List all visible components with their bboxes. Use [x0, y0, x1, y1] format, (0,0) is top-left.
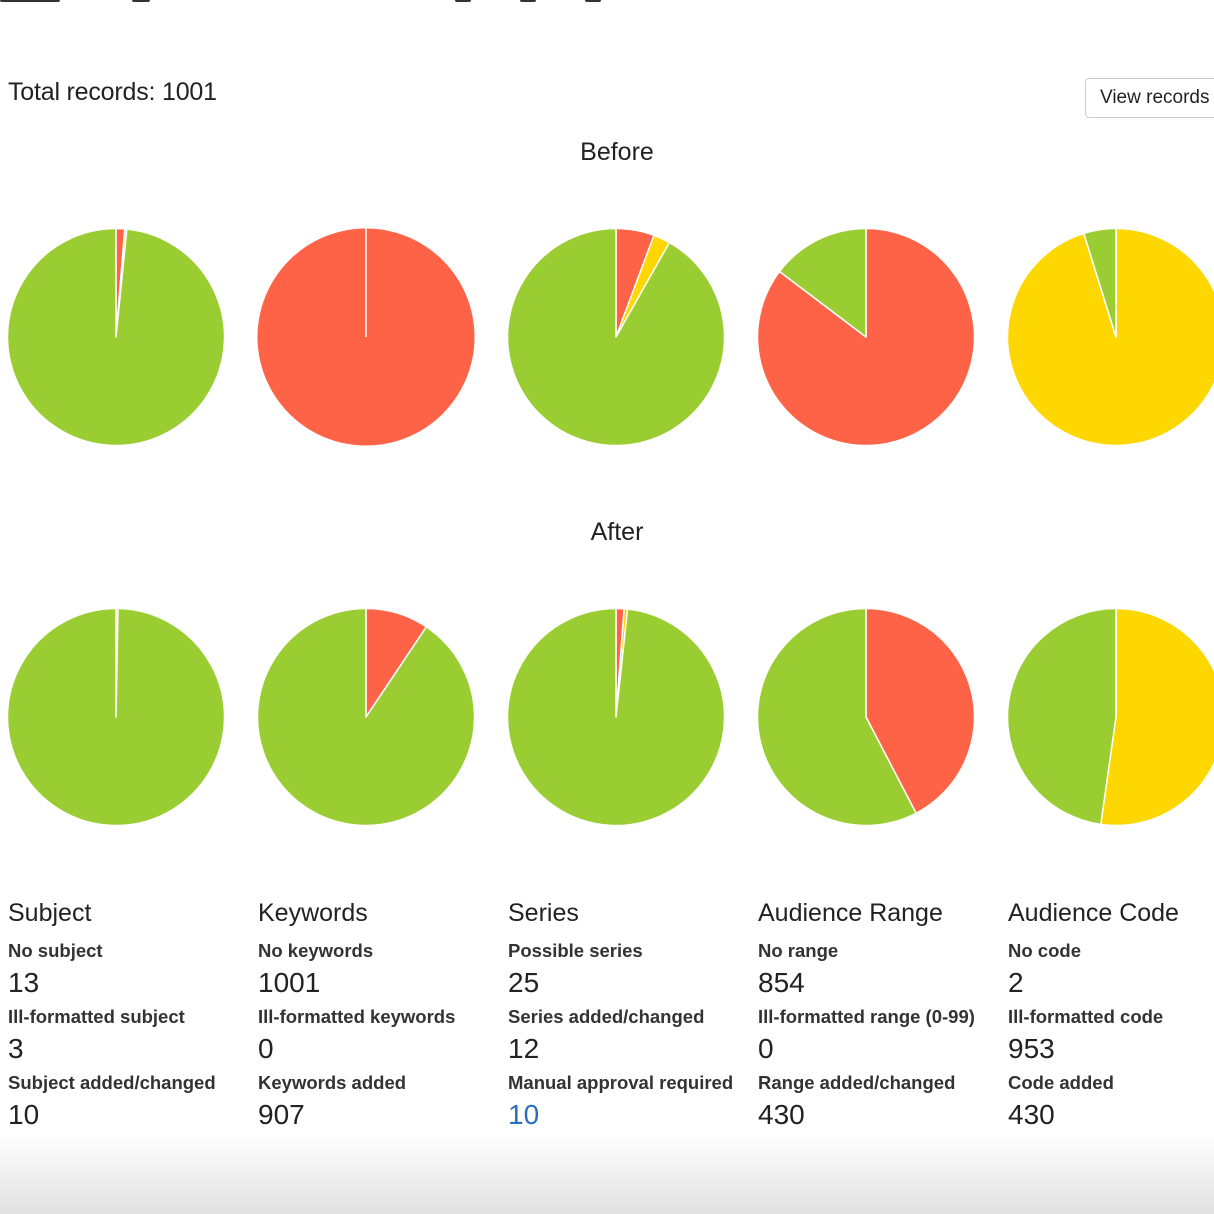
stat-label: No range	[758, 940, 839, 961]
pie-slice	[1099, 607, 1214, 827]
stat-label: Code added	[1008, 1072, 1114, 1093]
stats-column-audience-code: Audience Code No code 2 Ill-formatted code 9…	[1008, 898, 1214, 1136]
before-audience-code-pie	[1006, 227, 1214, 447]
stat-value-link[interactable]: 10	[508, 1098, 748, 1132]
after-series-pie	[506, 607, 726, 827]
stat-label: No keywords	[258, 940, 374, 961]
before-keywords-pie	[257, 228, 475, 446]
bottom-fade	[0, 1134, 1214, 1214]
after-audience-code-pie	[1006, 607, 1214, 827]
stat-label: Ill-formatted code	[1008, 1006, 1164, 1027]
after-keywords-pie	[256, 607, 476, 827]
after-audience-range-pie	[756, 607, 976, 827]
stat-value: 3	[8, 1033, 24, 1064]
pie-slice	[6, 607, 226, 827]
stat-label: Manual approval required	[508, 1072, 734, 1093]
stat-label: Subject added/changed	[8, 1072, 216, 1093]
stats-column-subject: Subject No subject 13 Ill-formatted subject…	[8, 898, 248, 1136]
stat-value: 430	[1008, 1099, 1055, 1130]
pie-slice	[1006, 607, 1117, 826]
after-subject-pie	[6, 607, 226, 827]
stat-value: 953	[1008, 1033, 1055, 1064]
stat-label: Range added/changed	[758, 1072, 956, 1093]
pie-slice	[6, 227, 226, 447]
stat-label: No subject	[8, 940, 103, 961]
stat-label: Possible series	[508, 940, 643, 961]
stat-value: 12	[508, 1033, 540, 1064]
stat-value: 0	[758, 1033, 774, 1064]
stat-value: 1001	[258, 967, 321, 998]
stats-column-title: Keywords	[258, 899, 368, 927]
stat-label: No code	[1008, 940, 1081, 961]
before-series-pie	[506, 227, 726, 447]
stat-value: 430	[758, 1099, 805, 1130]
stats-column-audience-range: Audience Range No range 854 Ill-formatted r…	[758, 898, 998, 1136]
pie-slice	[506, 607, 726, 827]
stat-label: Ill-formatted subject	[8, 1006, 185, 1027]
stat-label: Series added/changed	[508, 1006, 705, 1027]
stats-column-series: Series Possible series 25 Series added/chan…	[508, 898, 748, 1136]
stat-value: 25	[508, 967, 540, 998]
stat-value: 13	[8, 967, 40, 998]
pie-slice	[256, 607, 476, 827]
stats-column-title: Subject	[8, 899, 92, 927]
stat-label: Keywords added	[258, 1072, 407, 1093]
stats-column-title: Audience Code	[1008, 899, 1179, 927]
stat-label: Ill-formatted range (0-99)	[758, 1006, 975, 1027]
stats-column-keywords: Keywords No keywords 1001 Ill-formatted key…	[258, 898, 498, 1136]
stat-value: 10	[8, 1099, 40, 1130]
before-subject-pie	[6, 227, 226, 447]
stat-label: Ill-formatted keywords	[258, 1006, 456, 1027]
stat-value: 854	[758, 967, 805, 998]
before-audience-range-pie	[756, 227, 976, 447]
pie-slice	[506, 227, 726, 447]
stat-value: 907	[258, 1099, 305, 1130]
stats-column-title: Series	[508, 899, 579, 927]
stat-value: 0	[258, 1033, 274, 1064]
stats-column-title: Audience Range	[758, 899, 943, 927]
stat-value: 2	[1008, 967, 1024, 998]
